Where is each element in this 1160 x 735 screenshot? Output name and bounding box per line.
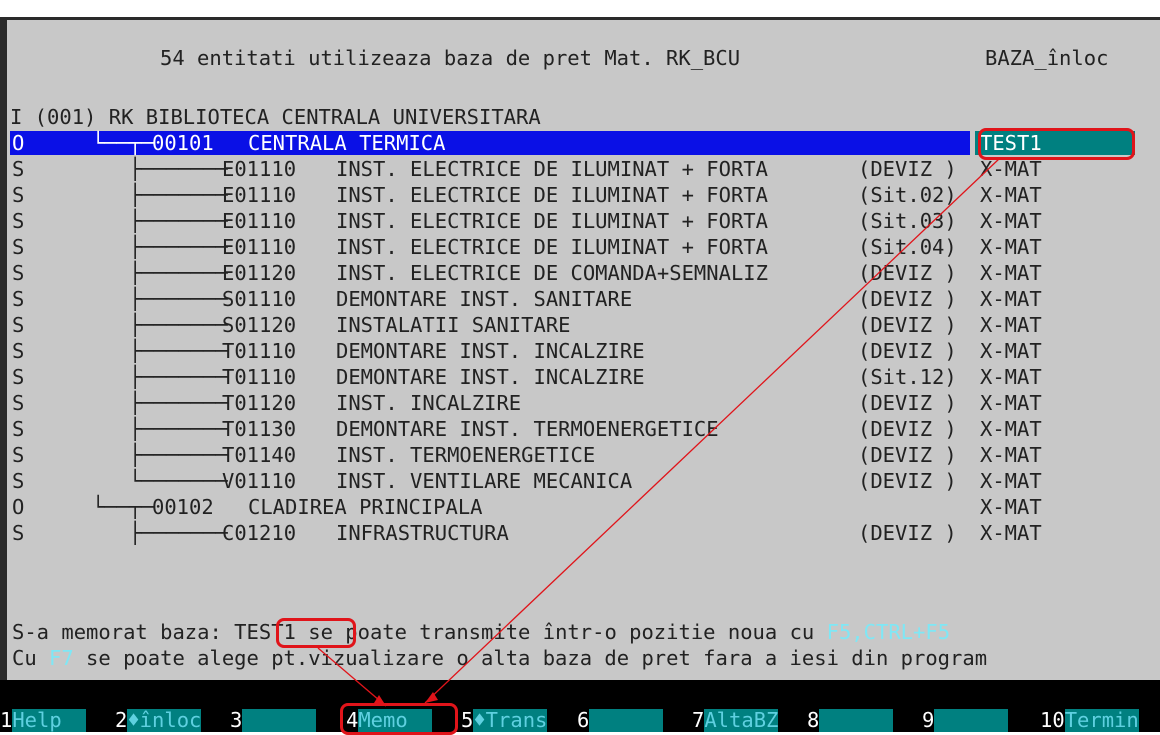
arrow-line-1	[424, 157, 1001, 704]
arrow-head-1	[425, 692, 438, 703]
arrow-line-2	[317, 647, 387, 707]
annotation-arrows	[317, 157, 1001, 707]
